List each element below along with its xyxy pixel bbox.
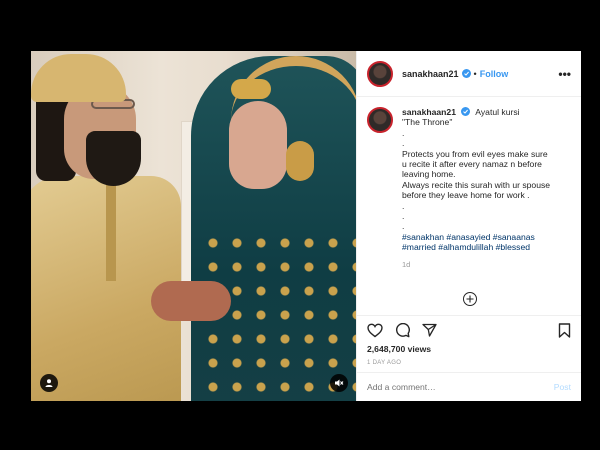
header-username[interactable]: sanakhaan21: [402, 69, 459, 79]
post-actions: 2,648,700 views 1 DAY AGO: [357, 315, 581, 369]
heart-icon: [367, 323, 383, 337]
view-count[interactable]: 2,648,700 views: [367, 344, 571, 354]
bookmark-icon: [558, 322, 571, 338]
groom-cap: [31, 54, 126, 102]
avatar[interactable]: [367, 60, 393, 87]
post-header: sanakhaan21 • Follow •••: [357, 51, 581, 97]
verified-badge-icon: [461, 69, 471, 78]
caption-username[interactable]: sanakhaan21: [402, 107, 456, 117]
post-comment-button[interactable]: Post: [554, 382, 571, 392]
caption-time: 1d: [402, 259, 411, 269]
groom-beard: [86, 131, 141, 186]
caption-line: leaving home.: [402, 169, 456, 180]
caption-line: .: [402, 200, 405, 211]
caption-line: Protects you from evil eyes make sure: [402, 148, 548, 159]
caption-line: "The Throne": [402, 117, 453, 128]
comment-button[interactable]: [395, 322, 410, 338]
post-video[interactable]: [31, 51, 356, 401]
user-icon: [45, 379, 53, 387]
caption-line: .: [402, 138, 405, 149]
caption-line: before they leave home for work .: [402, 190, 530, 201]
bride-tikka: [231, 79, 271, 99]
comment-icon: [396, 322, 410, 337]
caption-line: u recite it after every namaz n before: [402, 159, 542, 170]
plus-circle-icon: [466, 295, 474, 303]
joined-hands: [151, 281, 231, 321]
instagram-post: sanakhaan21 • Follow ••• sanakhaan21 Aya…: [31, 51, 581, 401]
caption-line: Always recite this surah with ur spouse: [402, 179, 551, 190]
caption-avatar[interactable]: [367, 107, 393, 133]
mute-button[interactable]: [330, 374, 348, 392]
header-separator: •: [473, 68, 477, 79]
comment-box: Post: [357, 372, 581, 401]
verified-badge-icon: [461, 107, 471, 116]
post-date: 1 DAY AGO: [367, 360, 402, 366]
hashtag-line[interactable]: #sanakhan #anasayied #sanaanas: [402, 232, 550, 242]
caption-line: Ayatul kursi: [475, 107, 520, 117]
bride-earring: [286, 141, 314, 181]
caption-line: .: [402, 221, 405, 232]
caption-line: .: [402, 127, 405, 138]
follow-button[interactable]: Follow: [480, 69, 509, 79]
hashtag-line[interactable]: #married #alhamdulillah #blessed: [402, 242, 550, 252]
post-sidebar: sanakhaan21 • Follow ••• sanakhaan21 Aya…: [356, 51, 581, 401]
load-more-comments-button[interactable]: [463, 292, 477, 306]
tagged-user-button[interactable]: [40, 374, 58, 392]
share-button[interactable]: [422, 323, 437, 337]
share-icon: [422, 323, 437, 337]
groom-collar: [106, 171, 116, 281]
like-button[interactable]: [367, 323, 383, 338]
comment-input[interactable]: [367, 382, 554, 392]
caption-text: sanakhaan21 Ayatul kursi "The Throne" . …: [402, 107, 550, 270]
save-button[interactable]: [558, 322, 571, 338]
caption: sanakhaan21 Ayatul kursi "The Throne" . …: [367, 107, 573, 270]
bride-face: [229, 101, 287, 189]
speaker-muted-icon: [335, 379, 344, 387]
caption-line: .: [402, 211, 405, 222]
more-options-button[interactable]: •••: [558, 67, 571, 81]
